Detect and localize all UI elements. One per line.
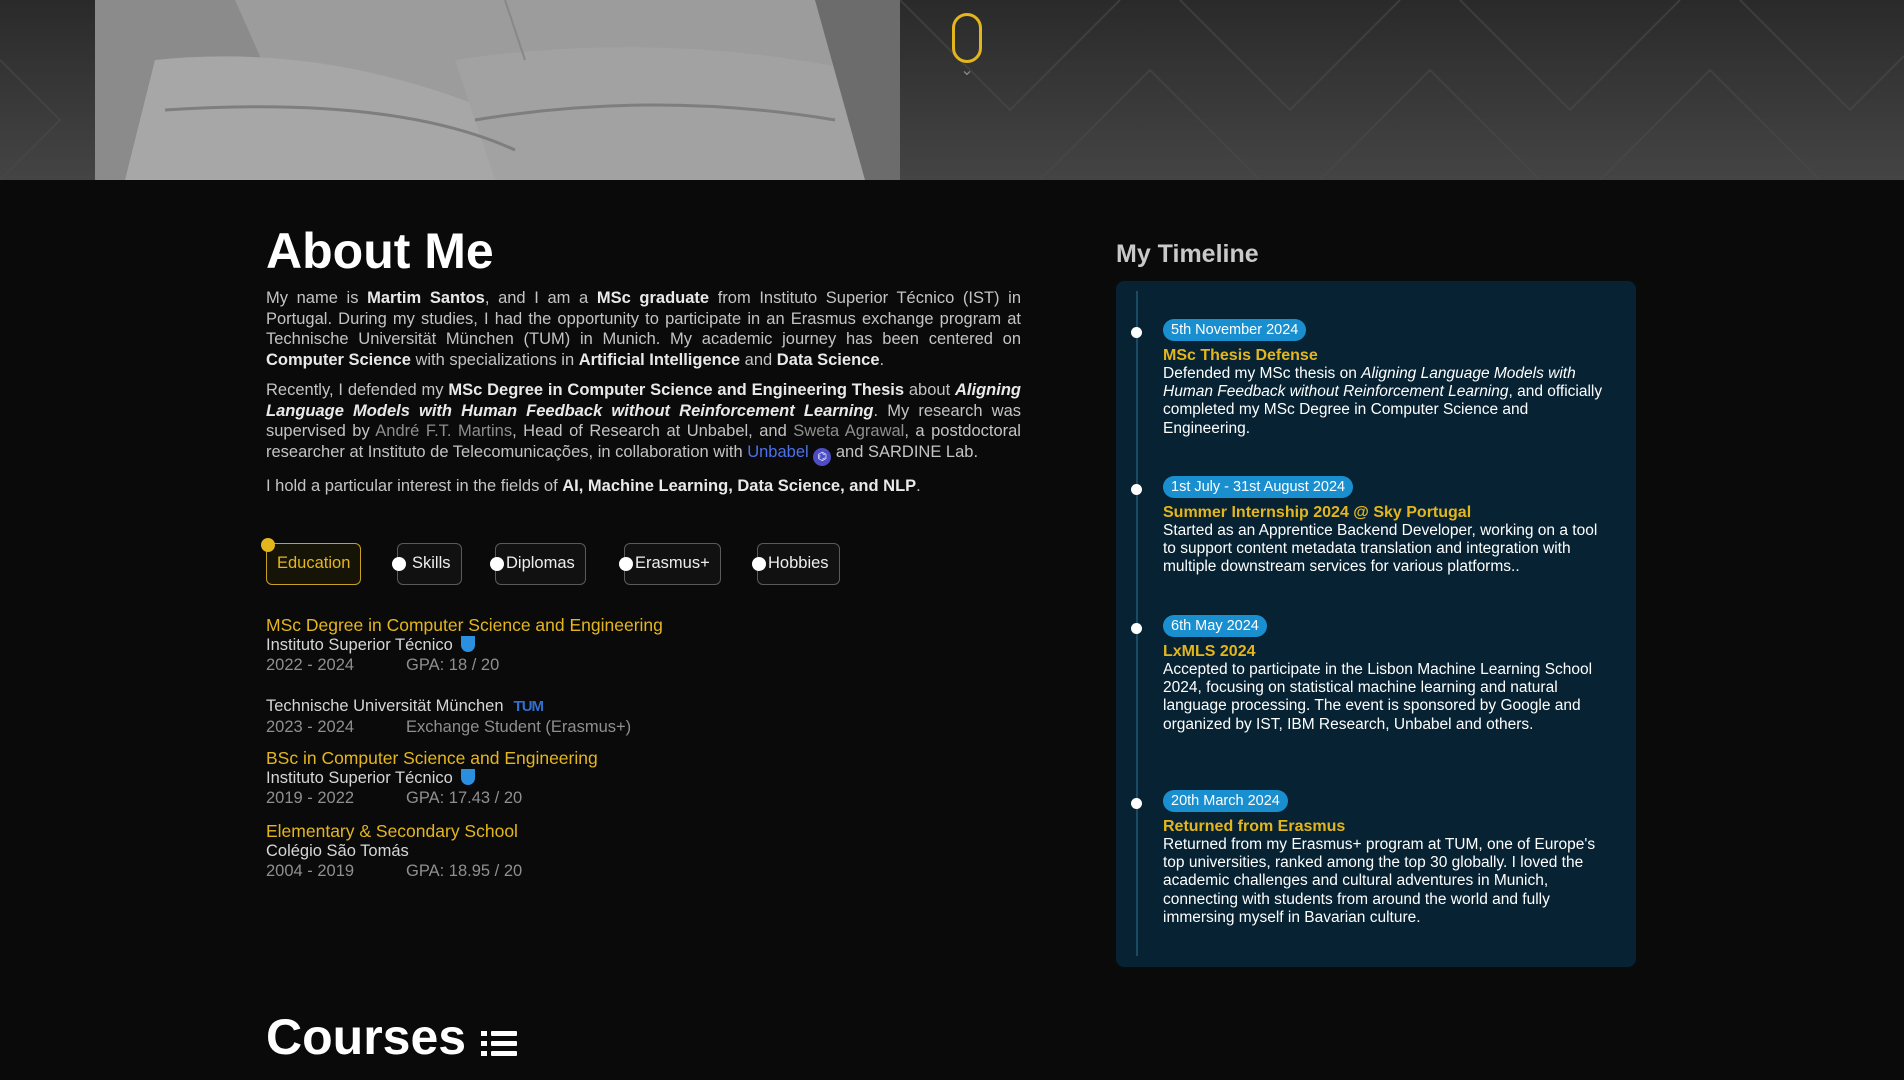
ist-shield-icon [460, 636, 475, 652]
timeline-item-body: Accepted to participate in the Lisbon Ma… [1163, 661, 1593, 733]
bold-text: Computer Science [266, 350, 411, 369]
education-meta: 2023 - 2024 Exchange Student (Erasmus+) [266, 717, 826, 737]
bold-text: MSc Degree in Computer Science and Engin… [448, 381, 905, 399]
text-link[interactable]: André F.T. Martins [375, 422, 512, 440]
timeline-date-badge: 1st July - 31st August 2024 [1163, 476, 1354, 498]
timeline-item-title: Returned from Erasmus [1163, 818, 1346, 835]
institution-name: Technische Universität München TUM [266, 696, 826, 717]
ist-shield-icon [460, 769, 475, 785]
timeline-dot [1131, 484, 1142, 495]
tum-logo-icon: TUM [513, 698, 544, 715]
tab-erasmus[interactable]: Erasmus+ [619, 543, 721, 585]
timeline-title: My Timeline [1116, 240, 1259, 268]
about-title: About Me [266, 223, 494, 279]
bold-text: Artificial Intelligence [578, 350, 741, 369]
chevron-down-icon[interactable]: ⌄ [958, 62, 976, 80]
tab-hobbies[interactable]: Hobbies [752, 543, 840, 585]
institution-label: Instituto Superior Técnico [266, 636, 453, 654]
timeline-panel: 5th November 2024 MSc Thesis Defense Def… [1116, 281, 1636, 967]
education-meta: 2022 - 2024 GPA: 18 / 20 [266, 655, 826, 675]
timeline-dot [1131, 327, 1142, 338]
timeline-dot [1131, 798, 1142, 809]
tab-label: Erasmus+ [635, 554, 710, 572]
timeline-date-badge: 6th May 2024 [1163, 615, 1267, 637]
timeline-item-body: Returned from my Erasmus+ program at TUM… [1163, 836, 1596, 926]
about-text: My name is Martim Santos, and I am a MSc… [266, 288, 1021, 506]
education-entry: BSc in Computer Science and Engineering … [266, 748, 826, 808]
tab-label: Diplomas [506, 554, 575, 572]
bold-text: AI, Machine Learning, Data Science, and … [562, 476, 917, 495]
education-entry: Technische Universität München TUM 2023 -… [266, 696, 826, 737]
bold-text: Martim Santos [367, 289, 485, 307]
tab-education[interactable]: Education [261, 538, 362, 585]
about-paragraph-3: I hold a particular interest in the fiel… [266, 476, 921, 495]
timeline-item-body: Defended my MSc thesis on Aligning Langu… [1163, 365, 1603, 437]
about-paragraph-1: My name is Martim Santos, and I am a MSc… [266, 289, 1022, 369]
years: 2019 - 2022 [266, 789, 355, 807]
bold-text: Data Science [776, 350, 880, 369]
timeline-item-title: LxMLS 2024 [1163, 643, 1256, 660]
profile-photo [95, 0, 900, 180]
institution-name: Colégio São Tomás [266, 842, 409, 860]
bold-text: MSc graduate [596, 289, 710, 307]
timeline-date-badge: 5th November 2024 [1163, 319, 1307, 341]
timeline-item-body: Started as an Apprentice Backend Develop… [1163, 522, 1598, 576]
education-entry: MSc Degree in Computer Science and Engin… [266, 615, 826, 675]
timeline-item-title: Summer Internship 2024 @ Sky Portugal [1163, 504, 1472, 521]
tab-indicator-dot [261, 538, 275, 552]
italic-text: Aligning Language Models with Human Feed… [1163, 365, 1576, 401]
tab-label: Education [277, 554, 351, 572]
tab-indicator-dot [490, 557, 504, 571]
timeline-item-title: MSc Thesis Defense [1163, 347, 1318, 364]
courses-title: Courses [266, 1009, 467, 1065]
text-link[interactable]: Sweta Agrawal [793, 422, 904, 440]
years: 2004 - 2019 [266, 862, 355, 880]
photo-crossed-arms [95, 0, 900, 180]
gpa: GPA: 18.95 / 20 [406, 862, 523, 880]
tab-indicator-dot [752, 557, 766, 571]
tab-label: Skills [412, 554, 451, 572]
tab-skills[interactable]: Skills [392, 543, 462, 585]
unbabel-icon: ⌬ [813, 447, 832, 466]
text-link[interactable]: Unbabel [747, 443, 808, 461]
exchange-detail: Exchange Student (Erasmus+) [406, 718, 632, 736]
tab-label: Hobbies [768, 554, 829, 572]
degree-title: MSc Degree in Computer Science and Engin… [266, 615, 663, 635]
timeline-date-badge: 20th March 2024 [1163, 790, 1288, 812]
years: 2022 - 2024 [266, 656, 355, 674]
tab-diplomas[interactable]: Diplomas [490, 543, 586, 585]
institution-label: Technische Universität München [266, 697, 504, 715]
tab-indicator-dot [619, 557, 633, 571]
institution-label: Instituto Superior Técnico [266, 769, 453, 787]
about-paragraph-2: Recently, I defended my MSc Degree in Co… [266, 380, 1021, 466]
institution-name: Instituto Superior Técnico [266, 635, 826, 655]
education-meta: 2004 - 2019 GPA: 18.95 / 20 [266, 861, 826, 881]
scroll-mouse-icon[interactable] [952, 13, 982, 63]
education-meta: 2019 - 2022 GPA: 17.43 / 20 [266, 788, 826, 808]
list-icon [481, 1031, 517, 1056]
education-entry: Elementary & Secondary School Colégio Sã… [266, 821, 826, 881]
years: 2023 - 2024 [266, 718, 355, 736]
degree-title: BSc in Computer Science and Engineering [266, 748, 598, 768]
tab-indicator-dot [392, 557, 406, 571]
degree-title: Elementary & Secondary School [266, 821, 518, 841]
gpa: GPA: 17.43 / 20 [406, 789, 523, 807]
timeline-dot [1131, 623, 1142, 634]
gpa: GPA: 18 / 20 [406, 656, 500, 674]
institution-name: Instituto Superior Técnico [266, 768, 826, 788]
hero-banner: ⌄ [0, 0, 1904, 180]
